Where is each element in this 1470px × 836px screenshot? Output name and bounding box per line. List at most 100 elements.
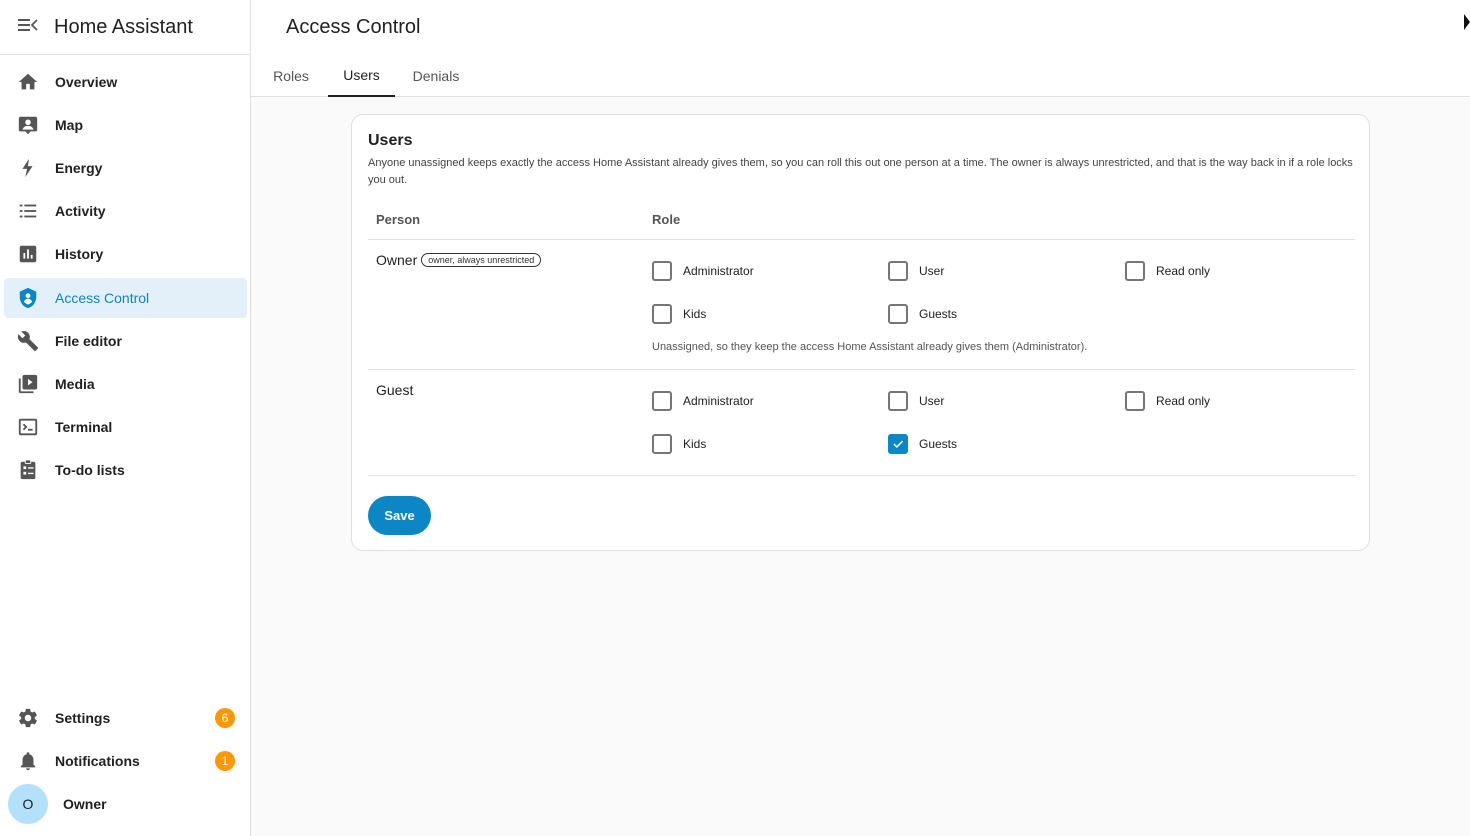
role-label: User: [919, 264, 945, 278]
gear-icon: [16, 706, 40, 730]
guest-role-kids[interactable]: Kids: [652, 434, 706, 454]
column-header-person: Person: [376, 212, 421, 227]
checkbox[interactable]: [652, 304, 672, 324]
chart-icon: [16, 242, 40, 266]
media-icon: [16, 372, 40, 396]
owner-role-read-only[interactable]: Read only: [1125, 261, 1210, 281]
divider: [368, 369, 1355, 370]
tab-denials[interactable]: Denials: [411, 55, 461, 97]
guest-role-guests[interactable]: Guests: [888, 434, 957, 454]
sidebar-item-media[interactable]: Media: [4, 364, 247, 404]
tab-users[interactable]: Users: [328, 55, 395, 97]
role-label: Administrator: [683, 264, 754, 278]
sidebar-item-user[interactable]: O Owner: [4, 784, 247, 824]
role-label: Guests: [919, 307, 958, 321]
sidebar-item-file-editor[interactable]: File editor: [4, 321, 247, 361]
sidebar-item-notifications[interactable]: Notifications 1: [4, 741, 247, 781]
save-button[interactable]: Save: [368, 496, 431, 535]
app-title: Home Assistant: [54, 15, 193, 38]
guest-role-user[interactable]: User: [888, 391, 944, 411]
guest-role-read-only[interactable]: Read only: [1125, 391, 1210, 411]
role-label: Guests: [919, 437, 958, 451]
sidebar-item-label: Settings: [55, 710, 111, 726]
sidebar-item-label: Map: [55, 117, 83, 133]
menu-icon: [17, 17, 38, 38]
checkbox[interactable]: [888, 391, 908, 411]
owner-chip: owner, always unrestricted: [421, 253, 542, 267]
sidebar-item-history[interactable]: History: [4, 234, 247, 274]
sidebar-item-energy[interactable]: Energy: [4, 148, 247, 188]
caret-right-icon: [1464, 14, 1470, 30]
owner-role-guests[interactable]: Guests: [888, 304, 957, 324]
page-title: Access Control: [286, 16, 421, 38]
clipboard-list-icon: [16, 458, 40, 482]
checkbox-checked[interactable]: [888, 434, 908, 454]
sidebar-item-label: Notifications: [55, 753, 140, 769]
checkbox[interactable]: [888, 304, 908, 324]
table-row-owner: Owner owner, always unrestricted: [376, 252, 542, 268]
notifications-badge: 1: [215, 751, 235, 771]
role-label: Administrator: [683, 394, 754, 408]
sidebar-item-label: Access Control: [55, 290, 150, 306]
sidebar-item-overview[interactable]: Overview: [4, 62, 247, 102]
sidebar-item-label: Media: [55, 376, 95, 392]
divider: [368, 475, 1355, 476]
checkbox[interactable]: [888, 261, 908, 281]
list-icon: [16, 199, 40, 223]
person-name: Owner: [376, 252, 418, 268]
users-card: Users Anyone unassigned keeps exactly th…: [351, 114, 1370, 551]
owner-role-administrator[interactable]: Administrator: [652, 261, 754, 281]
column-header-role: Role: [652, 212, 681, 227]
sidebar-item-label: History: [55, 246, 104, 262]
card-title: Users: [368, 132, 413, 149]
owner-role-kids[interactable]: Kids: [652, 304, 706, 324]
sidebar-item-label: Activity: [55, 203, 106, 219]
tab-roles[interactable]: Roles: [271, 55, 311, 97]
checkbox[interactable]: [1125, 261, 1145, 281]
checkbox[interactable]: [1125, 391, 1145, 411]
sidebar-item-settings[interactable]: Settings 6: [4, 698, 247, 738]
sidebar-item-label: To-do lists: [55, 462, 125, 478]
check-icon: [893, 440, 904, 448]
sidebar-item-label: Owner: [63, 796, 107, 812]
role-label: Read only: [1156, 394, 1211, 408]
sidebar-item-access-control[interactable]: Access Control: [4, 278, 247, 318]
sidebar-header: Home Assistant: [0, 0, 250, 55]
checkbox[interactable]: [652, 434, 672, 454]
bell-icon: [16, 749, 40, 773]
map-icon: [16, 113, 40, 137]
sidebar-item-map[interactable]: Map: [4, 105, 247, 145]
wrench-icon: [16, 329, 40, 353]
sidebar-item-terminal[interactable]: Terminal: [4, 407, 247, 447]
sidebar-item-label: Overview: [55, 74, 118, 90]
role-label: Read only: [1156, 264, 1211, 278]
divider: [368, 239, 1355, 240]
person-name: Guest: [376, 382, 414, 398]
home-icon: [16, 70, 40, 94]
role-label: User: [919, 394, 945, 408]
terminal-icon: [16, 415, 40, 439]
main-content: Access Control Roles Users Denials Users…: [251, 0, 1470, 836]
sidebar: Home Assistant Overview Map Energy Activ…: [0, 0, 251, 836]
tab-bar: Roles Users Denials: [251, 55, 1470, 97]
shield-icon: [16, 286, 40, 310]
sidebar-item-label: Terminal: [55, 419, 113, 435]
card-description: Anyone unassigned keeps exactly the acce…: [368, 157, 1353, 186]
sidebar-item-to-do-lists[interactable]: To-do lists: [4, 450, 247, 490]
guest-role-administrator[interactable]: Administrator: [652, 391, 754, 411]
role-label: Kids: [683, 437, 707, 451]
lightning-icon: [16, 156, 40, 180]
avatar: O: [8, 784, 48, 824]
settings-badge: 6: [215, 708, 235, 728]
menu-toggle-button[interactable]: [0, 0, 55, 55]
owner-unassigned-note: Unassigned, so they keep the access Home…: [652, 341, 1088, 353]
top-bar: Access Control: [251, 0, 1470, 55]
sidebar-item-label: File editor: [55, 333, 122, 349]
owner-role-user[interactable]: User: [888, 261, 944, 281]
checkbox[interactable]: [652, 391, 672, 411]
table-row-guest: Guest: [376, 382, 413, 398]
checkbox[interactable]: [652, 261, 672, 281]
sidebar-item-label: Energy: [55, 160, 103, 176]
sidebar-item-activity[interactable]: Activity: [4, 191, 247, 231]
role-label: Kids: [683, 307, 707, 321]
